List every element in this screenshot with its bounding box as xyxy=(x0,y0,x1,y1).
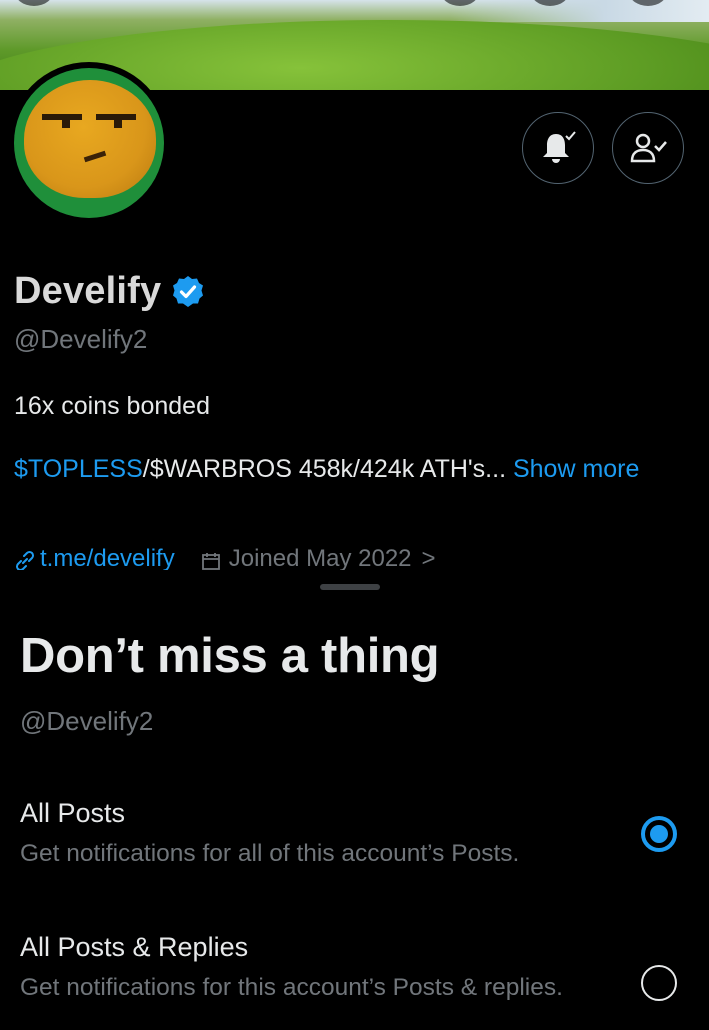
cashtag-link[interactable]: $TOPLESS xyxy=(14,455,143,483)
notifications-button[interactable] xyxy=(522,112,594,184)
joined-date: Joined May 2022 > xyxy=(201,545,436,571)
following-button[interactable] xyxy=(612,112,684,184)
profile-name: Develify xyxy=(14,270,162,312)
sheet-title: Don’t miss a thing xyxy=(20,629,440,683)
radio-all-posts-replies[interactable] xyxy=(641,965,677,1001)
bio-line2-text: /$WARBROS 458k/424k ATH's... xyxy=(142,455,507,483)
person-check-icon xyxy=(630,133,667,163)
option-description: Get notifications for all of this accoun… xyxy=(20,840,520,867)
profile-bio-line2: $TOPLESS/$WARBROS 458k/424k ATH's... Sho… xyxy=(14,455,639,484)
website-text: t.me/develify xyxy=(40,545,175,571)
option-description: Get notifications for this account’s Pos… xyxy=(20,974,563,1001)
avatar[interactable] xyxy=(8,62,170,224)
profile-name-row: Develify xyxy=(14,270,205,313)
profile-handle: @Develify2 xyxy=(14,324,148,354)
profile-meta-row: t.me/develify Joined May 2022 > xyxy=(14,545,704,571)
profile-bio: 16x coins bonded xyxy=(14,392,210,420)
sheet-grabber-handle[interactable] xyxy=(320,584,380,590)
option-title: All Posts & Replies xyxy=(20,932,249,962)
notifications-bottom-sheet: Don’t miss a thing @Develify2 All Posts … xyxy=(0,570,709,1030)
sheet-handle: @Develify2 xyxy=(20,706,154,736)
option-all-posts[interactable]: All Posts Get notifications for all of t… xyxy=(20,798,690,869)
profile-screen: Develify @Develify2 16x coins bonded $TO… xyxy=(0,0,709,1030)
radio-all-posts-selected[interactable] xyxy=(641,816,677,852)
calendar-icon xyxy=(201,553,220,570)
option-all-posts-replies[interactable]: All Posts & Replies Get notifications fo… xyxy=(20,932,690,1003)
website-link[interactable]: t.me/develify xyxy=(14,545,175,571)
joined-text: Joined May 2022 xyxy=(228,545,412,571)
back-button-partial[interactable] xyxy=(14,0,54,6)
bell-check-icon xyxy=(543,131,576,163)
chevron-right-icon: > xyxy=(421,545,436,571)
verified-badge-icon xyxy=(173,275,204,307)
option-title: All Posts xyxy=(20,798,126,828)
show-more-link[interactable]: Show more xyxy=(513,455,639,483)
link-icon xyxy=(15,550,35,571)
